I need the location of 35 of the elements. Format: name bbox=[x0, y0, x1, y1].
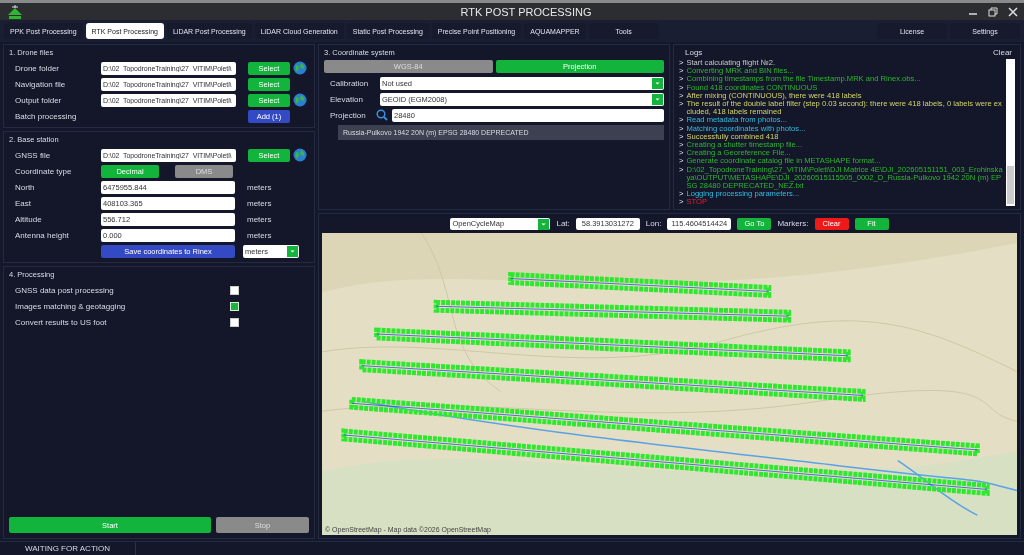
field-label: Output folder bbox=[14, 95, 63, 105]
field-label: Elevation bbox=[329, 94, 364, 104]
field-label: Navigation file bbox=[14, 79, 67, 89]
logo-icon bbox=[6, 3, 24, 20]
field-label: Lon: bbox=[645, 219, 662, 228]
field-label: Altitude bbox=[14, 214, 43, 224]
field-label: Lat: bbox=[556, 219, 570, 228]
field-label: North bbox=[14, 182, 36, 192]
checkbox[interactable] bbox=[230, 317, 239, 327]
search-icon bbox=[376, 109, 388, 121]
option-label: Images matching & geotagging bbox=[14, 301, 127, 311]
field-label: East bbox=[14, 198, 32, 208]
unit-label: meters bbox=[247, 214, 272, 224]
status-text: WAITING FOR ACTION bbox=[0, 542, 136, 555]
logs-title: Logs bbox=[685, 48, 703, 57]
field-label: Calibration bbox=[329, 78, 370, 88]
option-label: Convert results to US foot bbox=[14, 317, 108, 327]
option-label: GNSS data post processing bbox=[14, 285, 115, 295]
field-label: Coordinate type bbox=[14, 166, 73, 176]
field-label: Antenna height bbox=[14, 230, 70, 240]
clear-link[interactable]: Clear bbox=[992, 48, 1012, 57]
field-label: Projection bbox=[329, 110, 367, 120]
restore-icon[interactable] bbox=[988, 6, 998, 17]
field-label: GNSS file bbox=[14, 150, 52, 160]
checkbox[interactable] bbox=[230, 285, 239, 295]
field-label: Drone folder bbox=[14, 63, 61, 73]
unit-label: meters bbox=[247, 198, 272, 208]
unit-label: meters bbox=[247, 182, 272, 192]
unit-label: meters bbox=[247, 230, 272, 240]
field-label: Batch processing bbox=[14, 111, 78, 121]
checkbox[interactable] bbox=[230, 301, 239, 311]
scrollbar[interactable] bbox=[1006, 59, 1015, 206]
window-title: RTK POST PROCESSING bbox=[459, 5, 593, 18]
close-icon[interactable] bbox=[1008, 6, 1018, 17]
field-label: Markers: bbox=[777, 219, 809, 228]
